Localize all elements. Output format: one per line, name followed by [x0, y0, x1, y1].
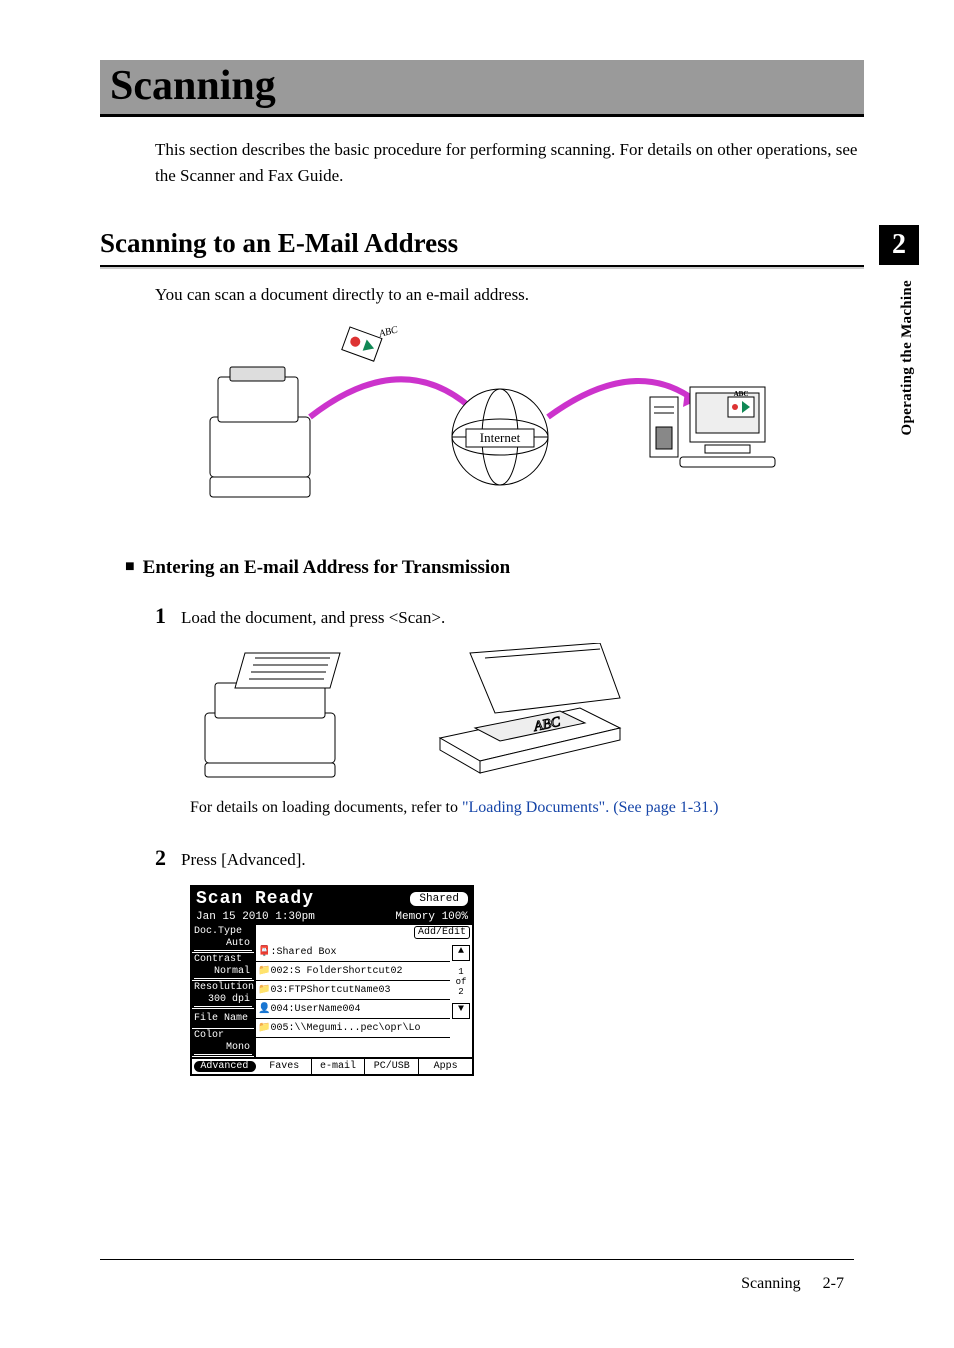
- lcd-dest-row[interactable]: 📁03:FTPShortcutName03: [256, 981, 450, 1000]
- step-1: 1 Load the document, and press <Scan>.: [155, 603, 864, 629]
- chapter-side-label: Operating the Machine: [899, 280, 916, 435]
- page-footer: Scanning 2-7: [741, 1275, 844, 1293]
- flatbed-load-illustration: ABC: [430, 643, 630, 783]
- chapter-tab: 2: [879, 225, 919, 265]
- lcd-scroll-down[interactable]: ▼: [452, 1003, 470, 1019]
- diagram-abc-label: ABC: [734, 390, 749, 398]
- lcd-dest-row[interactable]: 📁002:S FolderShortcut02: [256, 962, 450, 981]
- step-2: 2 Press [Advanced].: [155, 845, 864, 871]
- step-2-number: 2: [155, 845, 177, 871]
- chapter-title-bar: Scanning: [100, 60, 864, 117]
- lcd-add-edit-button[interactable]: Add/Edit: [414, 926, 470, 939]
- chapter-intro: This section describes the basic procedu…: [155, 137, 864, 188]
- scan-to-email-diagram: ABC Internet: [200, 317, 864, 517]
- lcd-dest-row[interactable]: 👤004:UserName004: [256, 1000, 450, 1019]
- step-2-text: Press [Advanced].: [181, 850, 306, 869]
- diagram-internet-label: Internet: [480, 430, 521, 445]
- adf-load-illustration: [190, 643, 370, 783]
- device-lcd-screenshot: Scan Ready Shared Jan 15 2010 1:30pm Mem…: [190, 885, 474, 1076]
- lcd-dest-row[interactable]: 📮:Shared Box: [256, 943, 450, 962]
- step-1-number: 1: [155, 603, 177, 629]
- footer-section: Scanning: [741, 1275, 801, 1292]
- lcd-pcusb-tab[interactable]: PC/USB: [365, 1059, 419, 1074]
- lcd-memory: Memory 100%: [395, 911, 468, 923]
- sub-heading: ■Entering an E-mail Address for Transmis…: [125, 557, 864, 579]
- loading-documents-link[interactable]: "Loading Documents". (See page 1-31.): [462, 799, 719, 816]
- section-intro: You can scan a document directly to an e…: [155, 285, 864, 305]
- section-heading: Scanning to an E-Mail Address: [100, 228, 864, 267]
- lcd-status: Scan Ready: [196, 889, 314, 909]
- lcd-email-tab[interactable]: e-mail: [312, 1059, 366, 1074]
- lcd-advanced-tab[interactable]: Advanced: [194, 1061, 256, 1072]
- step-1-illustrations: ABC: [190, 643, 864, 783]
- lcd-shared-badge: Shared: [410, 892, 468, 906]
- chapter-title: Scanning: [110, 62, 854, 110]
- lcd-scroll-up[interactable]: ▲: [452, 945, 470, 961]
- lcd-settings-column: Doc.TypeAuto ContrastNormal Resolution30…: [192, 925, 256, 1057]
- svg-text:ABC: ABC: [377, 324, 399, 340]
- lcd-dest-row[interactable]: 📁005:\\Megumi...pec\opr\Lo: [256, 1019, 450, 1038]
- step-1-reference: For details on loading documents, refer …: [190, 799, 864, 817]
- lcd-faves-tab[interactable]: Faves: [258, 1059, 312, 1074]
- lcd-datetime: Jan 15 2010 1:30pm: [196, 911, 315, 923]
- step-1-text: Load the document, and press <Scan>.: [181, 608, 445, 627]
- lcd-page-indicator: 1 of 2: [452, 967, 470, 997]
- footer-page-number: 2-7: [823, 1275, 844, 1292]
- lcd-apps-tab[interactable]: Apps: [419, 1059, 472, 1074]
